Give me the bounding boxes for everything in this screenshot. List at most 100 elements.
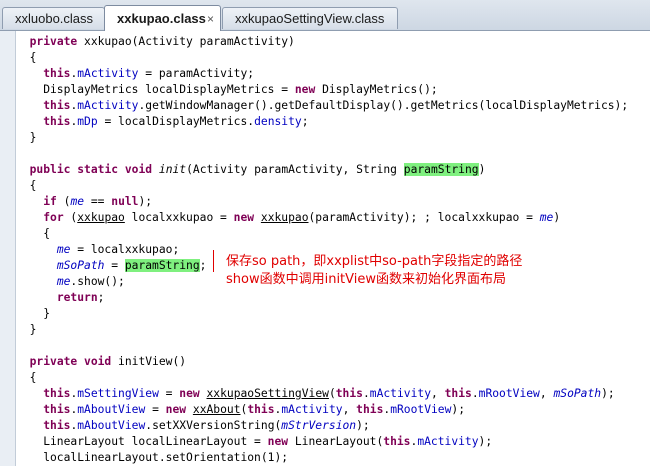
code-token: , <box>539 387 554 400</box>
code-line: private xxkupao(Activity paramActivity) <box>16 34 295 50</box>
code-editor[interactable]: private xxkupao(Activity paramActivity) … <box>16 31 650 466</box>
code-token: LinearLayout localLinearLayout = <box>16 435 268 448</box>
code-token: (Activity paramActivity, String <box>186 163 404 176</box>
code-token: return <box>56 291 98 304</box>
code-token: xxkupao(Activity paramActivity) <box>77 35 295 48</box>
code-token: .show(); <box>70 275 125 288</box>
code-token: { <box>16 371 37 384</box>
code-token: this <box>247 403 275 416</box>
annotation-line-2: show函数中调用initView函数来初始化界面布局 <box>226 272 507 287</box>
tab-xxkupaosettingview[interactable]: xxkupaoSettingView.class <box>222 7 398 29</box>
code-token: new <box>179 387 200 400</box>
tab-label: xxluobo.class <box>15 11 94 26</box>
code-token: static <box>77 163 119 176</box>
code-token: mRootView <box>390 403 452 416</box>
code-token: void <box>124 163 153 176</box>
code-token: ) <box>478 163 486 176</box>
code-token: if <box>43 195 57 208</box>
code-line: localLinearLayout.setOrientation(1); <box>16 450 288 466</box>
code-token: this <box>43 99 71 112</box>
code-token: public <box>29 163 71 176</box>
code-line: for (xxkupao localxxkupao = new xxkupao(… <box>16 210 560 226</box>
code-token: this <box>335 387 363 400</box>
code-token: { <box>16 51 37 64</box>
code-token: = <box>145 403 166 416</box>
code-token: mActivity <box>281 403 343 416</box>
code-token: .getWindowManager().getDefaultDisplay().… <box>138 99 629 112</box>
code-token: xxkupao <box>260 211 309 224</box>
code-token: xxkupao <box>77 211 125 224</box>
editor-tab-bar: xxluobo.class xxkupao.class × xxkupaoSett… <box>0 0 650 31</box>
code-line: me.show(); <box>16 274 125 290</box>
code-token: this <box>43 67 71 80</box>
code-token: { <box>16 179 37 192</box>
code-token: = <box>104 259 125 272</box>
code-token: mSoPath <box>56 259 105 272</box>
code-token: private <box>29 35 78 48</box>
code-token: init <box>158 163 187 176</box>
annotation-line-1: 保存so path，即xxplist中so-path字段指定的路径 <box>226 254 523 269</box>
code-token: ); <box>138 195 153 208</box>
code-token: ); <box>356 419 370 432</box>
code-token: this <box>383 435 411 448</box>
code-line: this.mAboutView = new xxAbout(this.mActi… <box>16 402 465 418</box>
code-line: this. mSettingView = new xxkupaoSettingVi… <box>16 386 614 402</box>
tab-xxluobo[interactable]: xxluobo.class <box>2 7 105 29</box>
code-line: { <box>16 370 37 386</box>
code-token: mActivity <box>77 99 139 112</box>
code-token: mDp <box>77 115 98 128</box>
code-token: (paramActivity); ; localxxkupao = <box>308 211 540 224</box>
code-token: } <box>16 307 51 320</box>
code-token: } <box>16 323 37 336</box>
code-token: new <box>233 211 255 224</box>
code-token: me <box>56 275 71 288</box>
code-line: this.mActivity.getWindowManager().getDef… <box>16 98 628 114</box>
code-token: me <box>56 243 71 256</box>
code-line: DisplayMetrics localDisplayMetrics = new… <box>16 82 438 98</box>
code-token: ; <box>199 259 207 272</box>
code-token: for <box>43 211 64 224</box>
code-token: ) <box>553 211 561 224</box>
close-icon[interactable]: × <box>207 6 214 32</box>
code-token: ); <box>478 435 493 448</box>
code-token: null <box>111 195 139 208</box>
code-token: xxAbout <box>192 403 241 416</box>
code-token: paramString <box>124 259 200 272</box>
code-token: ( <box>328 387 336 400</box>
code-token: mStrVersion <box>281 419 357 432</box>
code-token: = localxxkupao; <box>70 243 180 256</box>
code-line: } <box>16 306 50 322</box>
code-token: this <box>43 403 71 416</box>
code-token: DisplayMetrics(); <box>315 83 438 96</box>
code-token: mRootView <box>478 387 540 400</box>
code-token: , <box>431 387 445 400</box>
tab-label: xxkupao.class <box>117 11 206 26</box>
code-line: { <box>16 226 50 242</box>
code-token: this <box>43 115 71 128</box>
code-token: mActivity <box>77 67 139 80</box>
code-token: mAboutView <box>77 419 146 432</box>
code-token: xxkupaoSettingView <box>206 387 329 400</box>
code-token: localxxkupao = <box>124 211 234 224</box>
code-token: ); <box>451 403 466 416</box>
code-token: mActivity <box>417 435 479 448</box>
code-token: mSoPath <box>553 387 602 400</box>
code-token: } <box>16 131 37 144</box>
code-line: return; <box>16 290 105 306</box>
tab-xxkupao[interactable]: xxkupao.class × <box>104 5 221 31</box>
